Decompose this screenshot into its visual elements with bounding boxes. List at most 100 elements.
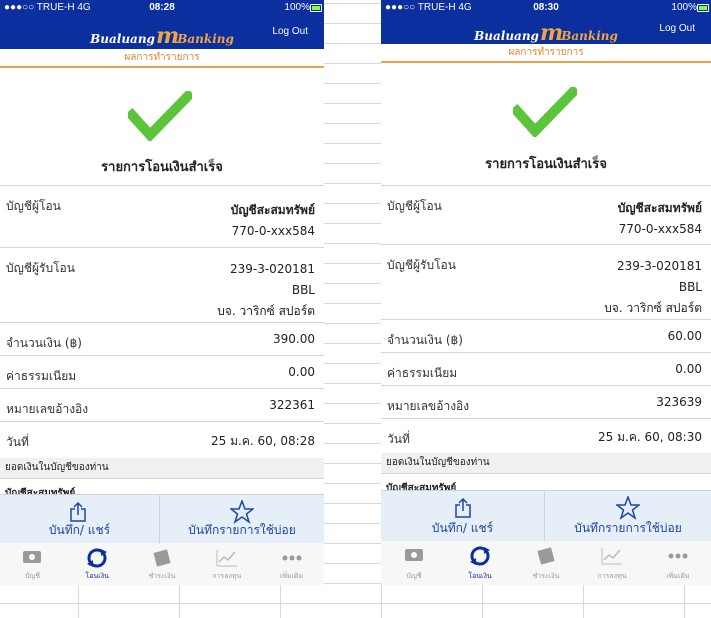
to-account-number: 239-3-020181 <box>229 262 315 276</box>
from-account-name: บัญชีสะสมทรัพย์ <box>617 201 702 215</box>
from-account-row: บัญชีผู้โอน บัญชีสะสมทรัพย์ 770-0-xxx584 <box>381 186 711 245</box>
from-account-label: บัญชีผู้โอน <box>6 199 61 213</box>
transfer-icon <box>470 546 490 566</box>
battery-percent: 100% <box>284 2 310 13</box>
success-message: รายการโอนเงินสำเร็จ <box>101 160 223 175</box>
tab-investment[interactable]: การลงทุน <box>579 541 645 585</box>
more-icon <box>668 553 688 559</box>
save-favorite-label: บันทึกรายการใช้บ่อย <box>188 523 296 537</box>
save-share-label: บันทึก/ แชร์ <box>48 523 111 537</box>
nav-bar: BualuangmBanking Log Out <box>0 17 324 49</box>
battery-icon <box>697 4 709 12</box>
action-bar: บันทึก/ แชร์ บันทึกรายการใช้บ่อย <box>0 494 324 544</box>
wallet-icon <box>23 551 42 563</box>
share-icon <box>70 501 86 522</box>
amount-label: จำนวนเงิน (฿) <box>387 333 463 347</box>
date-label: วันที่ <box>387 432 410 446</box>
from-account-number: 770-0-xxx584 <box>618 222 702 236</box>
phone-screen-right: ●●●○○ TRUE-H 4G 08:30 100% BualuangmBank… <box>381 0 711 585</box>
reference-row: หมายเลขอ้างอิง 323639 <box>381 386 711 419</box>
phone-screen-left: ●●●○○ TRUE-H 4G 08:28 100% BualuangmBank… <box>0 0 324 585</box>
battery-percent: 100% <box>671 2 697 13</box>
logout-button[interactable]: Log Out <box>659 23 695 34</box>
more-icon <box>282 555 302 561</box>
to-bank: BBL <box>678 280 702 294</box>
balance-section-header: ยอดเงินในบัญชีของท่าน <box>0 458 324 479</box>
save-share-button[interactable]: บันทึก/ แชร์ <box>381 491 544 541</box>
to-account-row: บัญชีผู้รับโอน 239-3-020181 BBL บจ. วาริ… <box>381 245 711 320</box>
to-account-label: บัญชีผู้รับโอน <box>6 261 75 275</box>
fee-row: ค่าธรรมเนียม 0.00 <box>381 353 711 386</box>
status-bar: ●●●○○ TRUE-H 4G 08:28 100% <box>0 0 324 17</box>
reference-value: 322361 <box>269 398 315 412</box>
to-account-label: บัญชีผู้รับโอน <box>387 258 456 272</box>
from-account-row: บัญชีผู้โอน บัญชีสะสมทรัพย์ 770-0-xxx584 <box>0 186 324 248</box>
reference-label: หมายเลขอ้างอิง <box>6 402 89 416</box>
reference-row: หมายเลขอ้างอิง 322361 <box>0 389 324 422</box>
transfer-icon <box>87 548 108 568</box>
reference-value: 323639 <box>656 395 702 409</box>
battery-icon <box>310 4 322 12</box>
nav-bar: BualuangmBanking Log Out <box>381 17 711 46</box>
tab-more[interactable]: เพิ่มเติม <box>645 541 711 585</box>
fee-value: 0.00 <box>288 365 315 379</box>
tab-investment[interactable]: การลงทุน <box>194 543 259 585</box>
reference-label: หมายเลขอ้างอิง <box>387 399 470 413</box>
from-account-number: 770-0-xxx584 <box>231 224 315 238</box>
tab-accounts[interactable]: บัญชี <box>0 543 65 585</box>
save-favorite-label: บันทึกรายการใช้บ่อย <box>574 521 682 535</box>
wallet-icon <box>405 549 423 561</box>
balance-section-header: ยอดเงินในบัญชีของท่าน <box>381 453 711 474</box>
transfer-details: บัญชีผู้โอน บัญชีสะสมทรัพย์ 770-0-xxx584… <box>381 185 711 458</box>
date-value: 25 ม.ค. 60, 08:28 <box>211 434 315 448</box>
amount-value: 60.00 <box>667 329 702 343</box>
tab-bar: บัญชี โอนเงิน ชำระเงิน การลงทุน เพิ่มเติ… <box>381 541 711 585</box>
to-account-number: 239-3-020181 <box>616 259 702 273</box>
logout-button[interactable]: Log Out <box>272 26 308 37</box>
chart-icon <box>601 548 622 565</box>
chart-icon <box>216 550 237 567</box>
tab-transfer[interactable]: โอนเงิน <box>447 541 513 585</box>
amount-row: จำนวนเงิน (฿) 60.00 <box>381 320 711 353</box>
to-account-name: บจ. วาริกซ์ สปอร์ต <box>604 301 702 315</box>
bill-icon <box>537 547 555 565</box>
status-bar: ●●●○○ TRUE-H 4G 08:30 100% <box>381 0 711 17</box>
from-account-label: บัญชีผู้โอน <box>387 199 442 213</box>
fee-value: 0.00 <box>675 362 702 376</box>
check-icon <box>128 91 192 141</box>
tab-payment[interactable]: ชำระเงิน <box>130 543 195 585</box>
from-account-name: บัญชีสะสมทรัพย์ <box>230 203 315 217</box>
star-icon <box>616 496 640 520</box>
save-favorite-button[interactable]: บันทึกรายการใช้บ่อย <box>545 491 711 541</box>
amount-label: จำนวนเงิน (฿) <box>6 336 82 350</box>
date-value: 25 ม.ค. 60, 08:30 <box>598 430 702 444</box>
tab-more[interactable]: เพิ่มเติม <box>259 543 324 585</box>
to-bank: BBL <box>291 283 315 297</box>
fee-label: ค่าธรรมเนียม <box>6 369 77 383</box>
clock: 08:28 <box>149 2 175 13</box>
save-share-label: บันทึก/ แชร์ <box>431 521 494 535</box>
amount-row: จำนวนเงิน (฿) 390.00 <box>0 323 324 356</box>
share-icon <box>455 497 471 518</box>
check-icon <box>513 87 577 137</box>
amount-value: 390.00 <box>273 332 315 346</box>
tab-accounts[interactable]: บัญชี <box>381 541 447 585</box>
to-account-name: บจ. วาริกซ์ สปอร์ต <box>217 304 315 318</box>
tab-transfer[interactable]: โอนเงิน <box>65 543 130 585</box>
fee-label: ค่าธรรมเนียม <box>387 366 458 380</box>
success-message: รายการโอนเงินสำเร็จ <box>485 157 607 172</box>
save-favorite-button[interactable]: บันทึกรายการใช้บ่อย <box>160 495 324 543</box>
transfer-details: บัญชีผู้โอน บัญชีสะสมทรัพย์ 770-0-xxx584… <box>0 185 324 463</box>
tab-bar: บัญชี โอนเงิน ชำระเงิน การลงทุน เพิ่มเติ… <box>0 543 324 585</box>
to-account-row: บัญชีผู้รับโอน 239-3-020181 BBL บจ. วาริ… <box>0 248 324 323</box>
page-title: ผลการทำรายการ <box>0 49 324 68</box>
bill-icon <box>153 549 171 567</box>
date-row: วันที่ 25 ม.ค. 60, 08:28 <box>0 422 324 463</box>
tab-payment[interactable]: ชำระเงิน <box>513 541 579 585</box>
action-bar: บันทึก/ แชร์ บันทึกรายการใช้บ่อย <box>381 490 711 542</box>
fee-row: ค่าธรรมเนียม 0.00 <box>0 356 324 389</box>
clock: 08:30 <box>533 2 559 13</box>
date-label: วันที่ <box>6 435 29 449</box>
save-share-button[interactable]: บันทึก/ แชร์ <box>0 495 159 543</box>
page-title: ผลการทำรายการ <box>381 44 711 63</box>
